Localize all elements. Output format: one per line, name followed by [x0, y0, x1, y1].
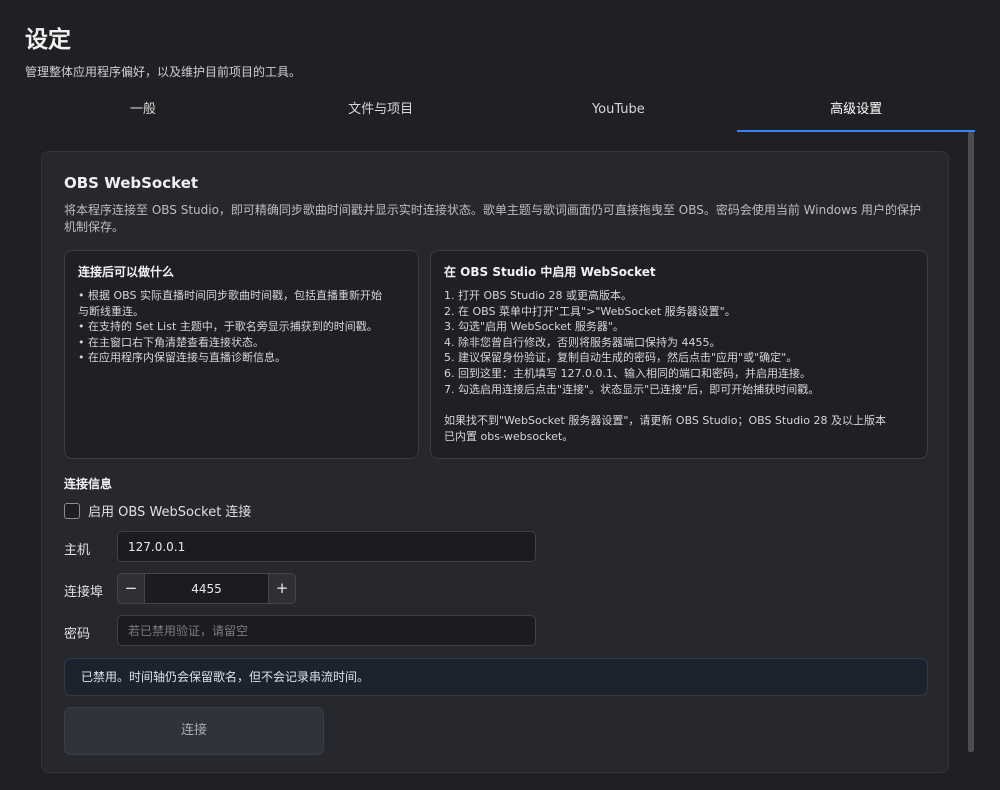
setup-step: 6. 回到这里：主机填写 127.0.0.1、输入相同的端口和密码，并启用连接。 — [444, 366, 811, 380]
host-input[interactable] — [117, 531, 536, 562]
port-stepper: − 4455 + — [117, 573, 296, 604]
features-line: • 根据 OBS 实际直播时间同步歌曲时间戳，包括直播重新开始 — [78, 289, 382, 302]
port-increment-button[interactable]: + — [268, 573, 296, 604]
password-input[interactable] — [117, 615, 536, 646]
features-line: 与断线重连。 — [78, 304, 144, 318]
tab-advanced[interactable]: 高级设置 — [737, 96, 975, 134]
enable-connection-label: 启用 OBS WebSocket 连接 — [88, 505, 252, 520]
setup-gap — [444, 397, 914, 413]
features-line: • 在主窗口右下角清楚查看连接状态。 — [78, 335, 264, 349]
port-value[interactable]: 4455 — [145, 573, 268, 604]
enable-connection-row[interactable]: 启用 OBS WebSocket 连接 — [64, 501, 251, 520]
status-banner: 已禁用。时间轴仍会保留歌名，但不会记录串流时间。 — [64, 658, 928, 696]
setup-step: 5. 建议保留身份验证，复制自动生成的密码，然后点击"应用"或"确定"。 — [444, 351, 798, 365]
setup-step: 3. 勾选"启用 WebSocket 服务器"。 — [444, 320, 624, 334]
features-card-title: 连接后可以做什么 — [78, 265, 175, 279]
settings-tabs: 一般 文件与项目 YouTube 高级设置 — [24, 96, 975, 134]
port-decrement-button[interactable]: − — [117, 573, 145, 604]
host-label: 主机 — [64, 543, 91, 558]
obs-section-description: 将本程序连接至 OBS Studio，即可精确同步歌曲时间戳并显示实时连接状态。… — [64, 203, 922, 234]
setup-guide-title: 在 OBS Studio 中启用 WebSocket — [444, 265, 656, 279]
tab-general[interactable]: 一般 — [24, 96, 262, 134]
setup-step: 2. 在 OBS 菜单中打开"工具">"WebSocket 服务器设置"。 — [444, 304, 736, 318]
features-line: • 在支持的 Set List 主题中，于歌名旁显示捕获到的时间戳。 — [78, 320, 378, 334]
scrollbar[interactable] — [968, 132, 974, 752]
connection-info-title: 连接信息 — [64, 477, 113, 491]
setup-guide-card: 在 OBS Studio 中启用 WebSocket 1. 打开 OBS Stu… — [430, 250, 928, 459]
setup-step: 4. 除非您曾自行修改，否则将服务器端口保持为 4455。 — [444, 335, 721, 349]
page-title: 设定 — [25, 27, 71, 53]
setup-step: 1. 打开 OBS Studio 28 或更高版本。 — [444, 289, 633, 302]
password-label: 密码 — [64, 627, 91, 642]
enable-connection-checkbox[interactable] — [64, 502, 80, 519]
setup-step: 7. 勾选启用连接后点击"连接"。状态显示"已连接"后，即可开始捕获时间戳。 — [444, 382, 820, 396]
port-label: 连接埠 — [64, 585, 104, 600]
setup-note: 如果找不到"WebSocket 服务器设置"，请更新 OBS Studio；OB… — [444, 414, 886, 428]
features-line: • 在应用程序内保留连接与直播诊断信息。 — [78, 351, 286, 365]
obs-section-title: OBS WebSocket — [64, 174, 199, 192]
obs-websocket-panel: OBS WebSocket 将本程序连接至 OBS Studio，即可精确同步歌… — [41, 151, 949, 773]
tab-youtube[interactable]: YouTube — [500, 96, 738, 134]
page-subtitle: 管理整体应用程序偏好，以及维护目前项目的工具。 — [25, 65, 302, 79]
connect-button[interactable]: 连接 — [64, 707, 324, 755]
features-card: 连接后可以做什么 • 根据 OBS 实际直播时间同步歌曲时间戳，包括直播重新开始… — [64, 250, 419, 459]
tab-files-projects[interactable]: 文件与项目 — [262, 96, 500, 134]
setup-note: 已内置 obs-websocket。 — [444, 429, 574, 443]
